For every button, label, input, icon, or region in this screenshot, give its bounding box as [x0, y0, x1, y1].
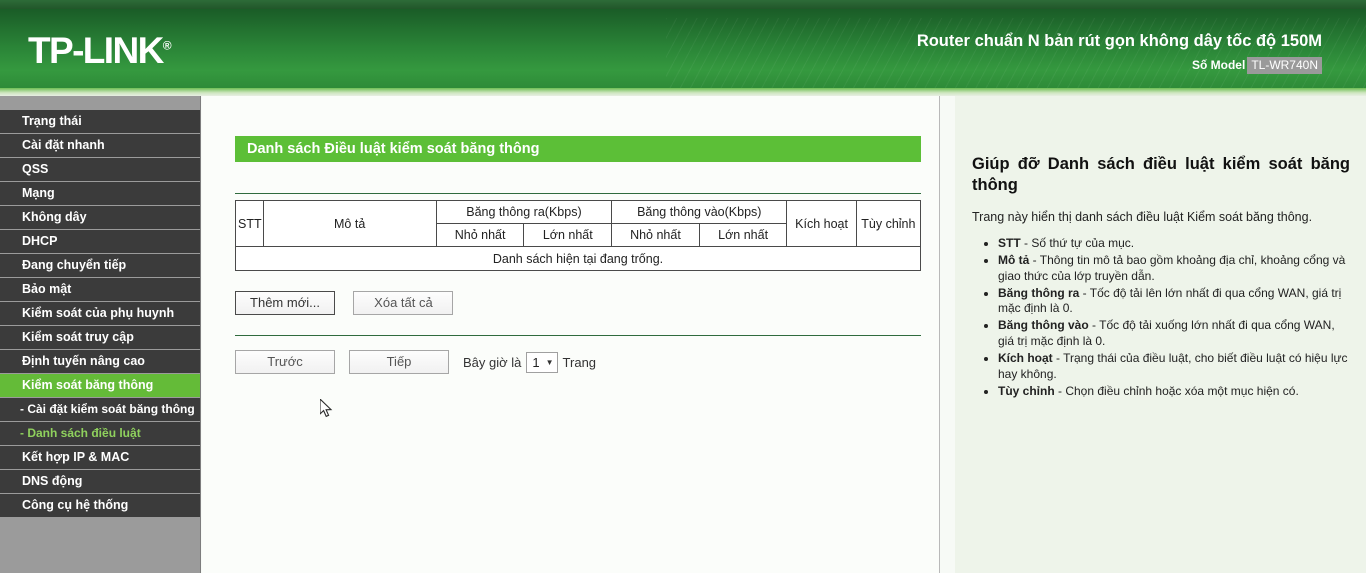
help-term: STT — [998, 236, 1021, 251]
sidebar-item-rules-list[interactable]: - Danh sách điều luật — [0, 422, 200, 446]
app-header: TP-LINK® Router chuẩn N bản rút gọn khôn… — [0, 0, 1366, 96]
sidebar-item-system-tools[interactable]: Công cụ hệ thống — [0, 494, 200, 518]
sidebar-item-wireless[interactable]: Không dây — [0, 206, 200, 230]
help-term: Tùy chỉnh — [998, 383, 1055, 398]
table-empty-row: Danh sách hiện tại đang trống. — [235, 246, 921, 271]
header-top-strip — [0, 0, 1366, 9]
content-inner: Danh sách Điều luật kiểm soát băng thông… — [202, 96, 939, 374]
column-header-ingress-max: Lớn nhất — [698, 223, 788, 247]
help-item-modify: Tùy chỉnh - Chọn điều chỉnh hoặc xóa một… — [998, 384, 1350, 400]
help-desc: - Số thứ tự của mục. — [1020, 236, 1135, 251]
help-desc: - Chọn điều chỉnh hoặc xóa một mục hiện … — [1054, 383, 1299, 398]
sidebar-item-access-control[interactable]: Kiểm soát truy cập — [0, 326, 200, 350]
sidebar-nav: Trạng thái Cài đặt nhanh QSS Mạng Không … — [0, 96, 201, 573]
column-header-enable: Kích hoạt — [786, 200, 857, 247]
pager-divider — [235, 335, 921, 336]
tplink-logo: TP-LINK® — [28, 30, 172, 72]
main-content: Danh sách Điều luật kiểm soát băng thông… — [202, 96, 940, 573]
help-intro: Trang này hiển thị danh sách điều luật K… — [972, 210, 1313, 225]
sidebar-item-ip-mac-binding[interactable]: Kết hợp IP & MAC — [0, 446, 200, 470]
column-header-description: Mô tả — [262, 200, 437, 247]
sidebar-item-bandwidth-control[interactable]: Kiểm soát băng thông — [0, 374, 200, 398]
sidebar-item-bandwidth-control-settings[interactable]: - Cài đặt kiểm soát băng thông — [0, 398, 200, 422]
help-term: Kích hoạt — [998, 350, 1053, 365]
sidebar-item-qss[interactable]: QSS — [0, 158, 200, 182]
model-label: Số Model — [1191, 58, 1246, 72]
delete-all-button[interactable]: Xóa tất cả — [353, 291, 454, 315]
column-header-egress-bandwidth: Băng thông ra(Kbps) — [435, 200, 613, 224]
help-term: Mô tả — [998, 252, 1030, 267]
chevron-down-icon: ▼ — [545, 357, 554, 367]
sidebar-item-parental-control[interactable]: Kiểm soát của phụ huynh — [0, 302, 200, 326]
sidebar-item-dynamic-dns[interactable]: DNS động — [0, 470, 200, 494]
sidebar-item-forwarding[interactable]: Đang chuyển tiếp — [0, 254, 200, 278]
previous-page-button[interactable]: Trước — [235, 350, 335, 374]
column-header-egress-max: Lớn nhất — [523, 223, 613, 247]
sidebar-item-network[interactable]: Mạng — [0, 182, 200, 206]
sidebar-menu: Trạng thái Cài đặt nhanh QSS Mạng Không … — [0, 110, 200, 518]
bandwidth-rules-table: STT Mô tả Băng thông ra(Kbps) Băng thông… — [235, 200, 922, 271]
page-number-select[interactable]: 1 ▼ — [526, 351, 558, 373]
page-body: Trạng thái Cài đặt nhanh QSS Mạng Không … — [0, 96, 1366, 573]
help-title: Giúp đỡ Danh sách điều luật kiểm soát bă… — [972, 155, 1350, 195]
sidebar-item-status[interactable]: Trạng thái — [0, 110, 200, 134]
next-page-button[interactable]: Tiếp — [349, 350, 449, 374]
sidebar-item-dhcp[interactable]: DHCP — [0, 230, 200, 254]
column-header-ingress-bandwidth: Băng thông vào(Kbps) — [611, 200, 788, 224]
page-title: Danh sách Điều luật kiểm soát băng thông — [235, 136, 921, 162]
sidebar-item-quick-setup[interactable]: Cài đặt nhanh — [0, 134, 200, 158]
help-item-stt: STT - Số thứ tự của mục. — [998, 236, 1350, 252]
sidebar-item-security[interactable]: Bảo mật — [0, 278, 200, 302]
help-term: Băng thông ra — [998, 285, 1080, 300]
sidebar-item-advanced-routing[interactable]: Định tuyến nâng cao — [0, 350, 200, 374]
pagination-row: Trước Tiếp Bây giờ là 1 ▼ Trang — [235, 350, 925, 374]
help-panel: Giúp đỡ Danh sách điều luật kiểm soát bă… — [955, 96, 1366, 573]
help-item-enable: Kích hoạt - Trạng thái của điều luật, ch… — [998, 351, 1350, 383]
help-desc: - Thông tin mô tả bao gồm khoảng địa chỉ… — [998, 252, 1346, 283]
header-bottom-divider — [0, 88, 1366, 96]
help-term: Băng thông vào — [998, 318, 1089, 333]
column-header-egress-min: Nhỏ nhất — [435, 223, 525, 247]
header-model-info: Router chuẩn N bản rút gọn không dây tốc… — [916, 32, 1322, 74]
empty-list-message: Danh sách hiện tại đang trống. — [235, 246, 921, 271]
help-list: STT - Số thứ tự của mục. Mô tả - Thông t… — [972, 236, 1350, 399]
pager-suffix-label: Trang — [562, 354, 597, 370]
registered-trademark-icon: ® — [162, 38, 172, 53]
help-item-description: Mô tả - Thông tin mô tả bao gồm khoảng đ… — [998, 253, 1350, 285]
help-item-ingress-bandwidth: Băng thông vào - Tốc độ tải xuống lớn nh… — [998, 318, 1350, 350]
page-number-value: 1 — [532, 354, 540, 370]
model-number-badge: TL-WR740N — [1247, 57, 1322, 74]
column-header-modify: Tùy chỉnh — [855, 200, 922, 247]
router-description: Router chuẩn N bản rút gọn không dây tốc… — [916, 32, 1322, 50]
title-divider — [235, 193, 921, 194]
add-new-button[interactable]: Thêm mới... — [235, 291, 335, 315]
model-line: Số Model TL-WR740N — [917, 57, 1322, 74]
column-header-stt: STT — [235, 200, 264, 247]
pager-prefix-label: Bây giờ là — [463, 354, 522, 370]
column-header-ingress-min: Nhỏ nhất — [611, 223, 700, 247]
help-item-egress-bandwidth: Băng thông ra - Tốc độ tải lên lớn nhất … — [998, 286, 1350, 318]
logo-text: TP-LINK — [28, 30, 164, 71]
table-header-row-1: STT Mô tả Băng thông ra(Kbps) Băng thông… — [235, 200, 922, 247]
action-button-row: Thêm mới... Xóa tất cả — [235, 291, 925, 315]
